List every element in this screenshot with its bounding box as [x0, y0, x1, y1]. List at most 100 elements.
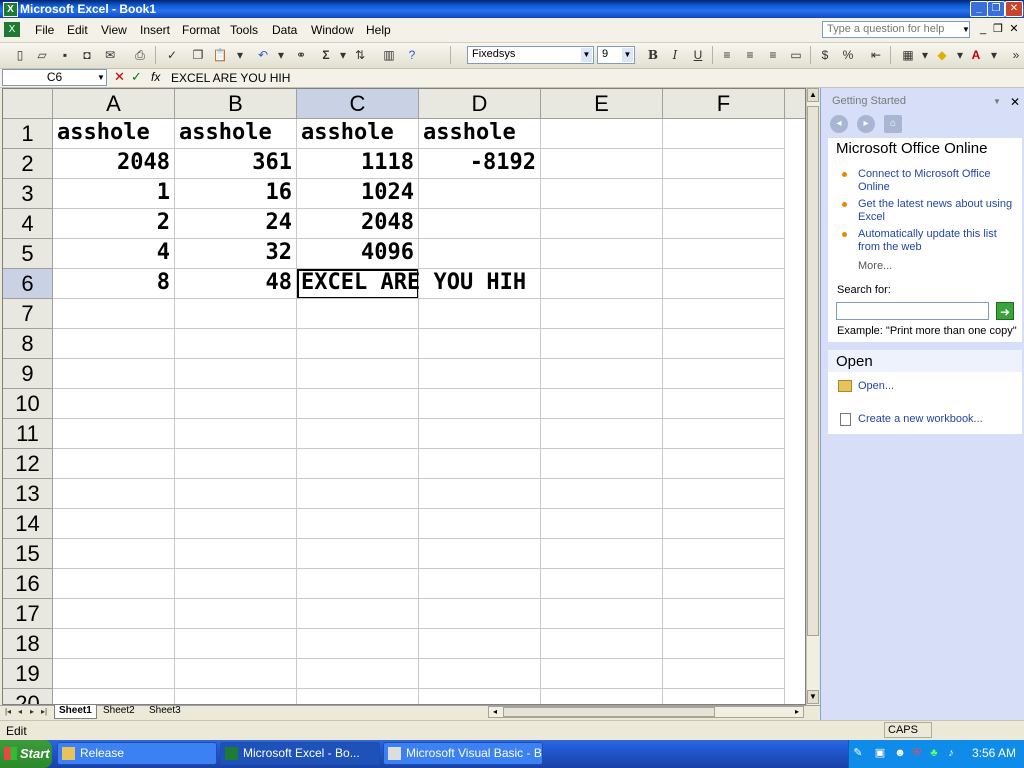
connect-office-online-link[interactable]: Connect to Microsoft Office Online	[858, 168, 1016, 194]
cell-b18[interactable]	[175, 629, 297, 659]
cell-a16[interactable]	[53, 569, 175, 599]
latest-news-link[interactable]: Get the latest news about using Excel	[858, 198, 1016, 224]
help-dropdown-icon[interactable]: ▼	[962, 25, 970, 34]
workbook-minimize-button[interactable]: _	[976, 23, 990, 36]
cell-f16[interactable]	[663, 569, 785, 599]
cell-e18[interactable]	[541, 629, 663, 659]
vertical-scrollbar[interactable]: ▲ ▼	[806, 88, 819, 705]
cell-a1[interactable]: asshole	[53, 119, 175, 149]
cell-c19[interactable]	[297, 659, 419, 689]
row-header-16[interactable]: 16	[3, 569, 53, 599]
cell-c4[interactable]: 2048	[297, 209, 419, 239]
cell-c1[interactable]: asshole	[297, 119, 419, 149]
cell-e10[interactable]	[541, 389, 663, 419]
cell-d15[interactable]	[419, 539, 541, 569]
cell-c16[interactable]	[297, 569, 419, 599]
cell-b13[interactable]	[175, 479, 297, 509]
horizontal-scroll-thumb[interactable]	[503, 707, 715, 717]
spelling-icon[interactable]: ✓	[164, 47, 180, 63]
cell-e15[interactable]	[541, 539, 663, 569]
cell-d12[interactable]	[419, 449, 541, 479]
cell-d13[interactable]	[419, 479, 541, 509]
start-button[interactable]: Start	[0, 740, 52, 768]
cell-f9[interactable]	[663, 359, 785, 389]
cell-f14[interactable]	[663, 509, 785, 539]
cell-a19[interactable]	[53, 659, 175, 689]
fill-color-icon[interactable]: ◆	[934, 47, 950, 63]
row-header-2[interactable]: 2	[3, 149, 53, 179]
cell-c14[interactable]	[297, 509, 419, 539]
row-header-12[interactable]: 12	[3, 449, 53, 479]
new-icon[interactable]: ▯	[12, 47, 28, 63]
task-pane-dropdown-icon[interactable]: ▼	[993, 97, 1001, 106]
row-header-14[interactable]: 14	[3, 509, 53, 539]
sheet-tab-sheet3[interactable]: Sheet3	[145, 705, 185, 718]
cell-a6[interactable]: 8	[53, 269, 175, 299]
cell-b9[interactable]	[175, 359, 297, 389]
copy-icon[interactable]: ❐	[190, 47, 206, 63]
cell-d16[interactable]	[419, 569, 541, 599]
undo-icon[interactable]: ↶	[255, 47, 271, 63]
cell-e6[interactable]	[541, 269, 663, 299]
column-header-c[interactable]: C	[297, 89, 419, 119]
cell-c20[interactable]	[297, 689, 419, 704]
align-right-icon[interactable]: ≡	[765, 47, 781, 63]
cell-f6[interactable]	[663, 269, 785, 299]
cell-c2[interactable]: 1118	[297, 149, 419, 179]
cell-e9[interactable]	[541, 359, 663, 389]
home-icon[interactable]: ⌂	[884, 115, 902, 133]
cell-f20[interactable]	[663, 689, 785, 704]
cell-d3[interactable]	[419, 179, 541, 209]
align-center-icon[interactable]: ≡	[742, 47, 758, 63]
cell-f13[interactable]	[663, 479, 785, 509]
task-pane-title[interactable]: Getting Started	[832, 95, 906, 107]
row-header-18[interactable]: 18	[3, 629, 53, 659]
cell-c17[interactable]	[297, 599, 419, 629]
row-header-5[interactable]: 5	[3, 239, 53, 269]
menu-help[interactable]: Help	[366, 23, 391, 37]
messenger-icon[interactable]: ♣	[927, 746, 941, 760]
font-color-icon[interactable]: A	[968, 47, 984, 63]
cell-d1[interactable]: asshole	[419, 119, 541, 149]
font-color-dropdown-icon[interactable]: ▾	[986, 47, 1002, 63]
cell-a10[interactable]	[53, 389, 175, 419]
horizontal-scrollbar[interactable]: ◂ ▸	[488, 706, 804, 718]
cell-a9[interactable]	[53, 359, 175, 389]
next-sheet-icon[interactable]: ▸	[27, 706, 37, 717]
cell-d2[interactable]: -8192	[419, 149, 541, 179]
hyperlink-icon[interactable]: ⚭	[293, 47, 309, 63]
cell-b4[interactable]: 24	[175, 209, 297, 239]
cell-f17[interactable]	[663, 599, 785, 629]
vertical-scroll-thumb[interactable]	[807, 106, 819, 636]
cell-f8[interactable]	[663, 329, 785, 359]
name-box-dropdown-icon[interactable]: ▼	[97, 73, 105, 82]
more-link[interactable]: More...	[858, 260, 892, 272]
toolbar-options-icon[interactable]: »	[1008, 47, 1024, 63]
close-button[interactable]: ✕	[1005, 1, 1023, 17]
cell-d7[interactable]	[419, 299, 541, 329]
menu-format[interactable]: Format	[182, 23, 220, 37]
row-header-8[interactable]: 8	[3, 329, 53, 359]
cell-c10[interactable]	[297, 389, 419, 419]
scroll-up-icon[interactable]: ▲	[807, 88, 819, 102]
cell-a7[interactable]	[53, 299, 175, 329]
column-header-a[interactable]: A	[53, 89, 175, 119]
cell-c9[interactable]	[297, 359, 419, 389]
cell-e4[interactable]	[541, 209, 663, 239]
currency-button[interactable]: $	[817, 47, 833, 63]
cell-a2[interactable]: 2048	[53, 149, 175, 179]
cell-c18[interactable]	[297, 629, 419, 659]
forward-icon[interactable]: ▸	[857, 115, 875, 133]
cell-b16[interactable]	[175, 569, 297, 599]
cell-c13[interactable]	[297, 479, 419, 509]
enter-entry-icon[interactable]: ✓	[131, 69, 142, 85]
auto-update-link[interactable]: Automatically update this list from the …	[858, 228, 1016, 254]
cell-c3[interactable]: 1024	[297, 179, 419, 209]
chevron-down-icon[interactable]: ▼	[581, 48, 592, 62]
cell-c5[interactable]: 4096	[297, 239, 419, 269]
cell-f19[interactable]	[663, 659, 785, 689]
fill-color-dropdown-icon[interactable]: ▾	[952, 47, 968, 63]
open-file-link[interactable]: Open...	[858, 380, 894, 392]
cell-a15[interactable]	[53, 539, 175, 569]
borders-dropdown-icon[interactable]: ▾	[917, 47, 933, 63]
